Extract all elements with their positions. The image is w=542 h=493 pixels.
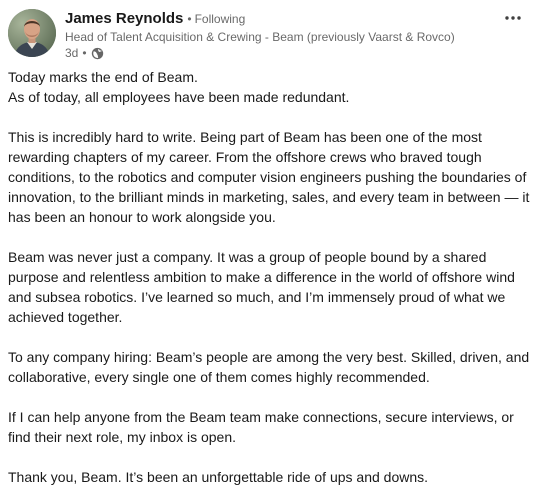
post-paragraph: If I can help anyone from the Beam team … [8,409,514,445]
post-paragraph: Beam was never just a company. It was a … [8,249,515,325]
post-header: James Reynolds • Following Head of Talent … [8,8,534,61]
post-time: 3d [65,46,79,60]
follow-status: Following [194,12,246,26]
post-paragraph: Today marks the end of Beam. As of today,… [8,67,536,107]
post-paragraph: To any company hiring: Beam’s people are… [8,349,530,385]
feed-post: James Reynolds • Following Head of Talent … [0,0,542,493]
post-paragraph: Thank you, Beam. It’s been an unforgetta… [8,469,429,485]
author-name[interactable]: James Reynolds [65,10,183,27]
separator-dot: • [187,12,192,26]
post-paragraph: This is incredibly hard to write. Being … [8,129,530,225]
post-time-row: 3d • [65,45,505,61]
author-meta: James Reynolds • Following Head of Talent … [65,8,505,61]
name-row: James Reynolds • Following [65,8,505,29]
author-avatar[interactable] [8,9,56,57]
profile-photo-icon [8,9,56,57]
post-line: As of today, all employees have been mad… [8,89,350,105]
author-headline: Head of Talent Acquisition & Crewing - B… [65,30,455,44]
separator-dot: • [82,46,87,60]
more-options-button[interactable] [500,8,526,28]
more-options-icon [505,16,521,20]
globe-icon [91,47,104,60]
post-line: Today marks the end of Beam. [8,69,198,85]
post-body: Today marks the end of Beam. As of today,… [8,67,536,487]
